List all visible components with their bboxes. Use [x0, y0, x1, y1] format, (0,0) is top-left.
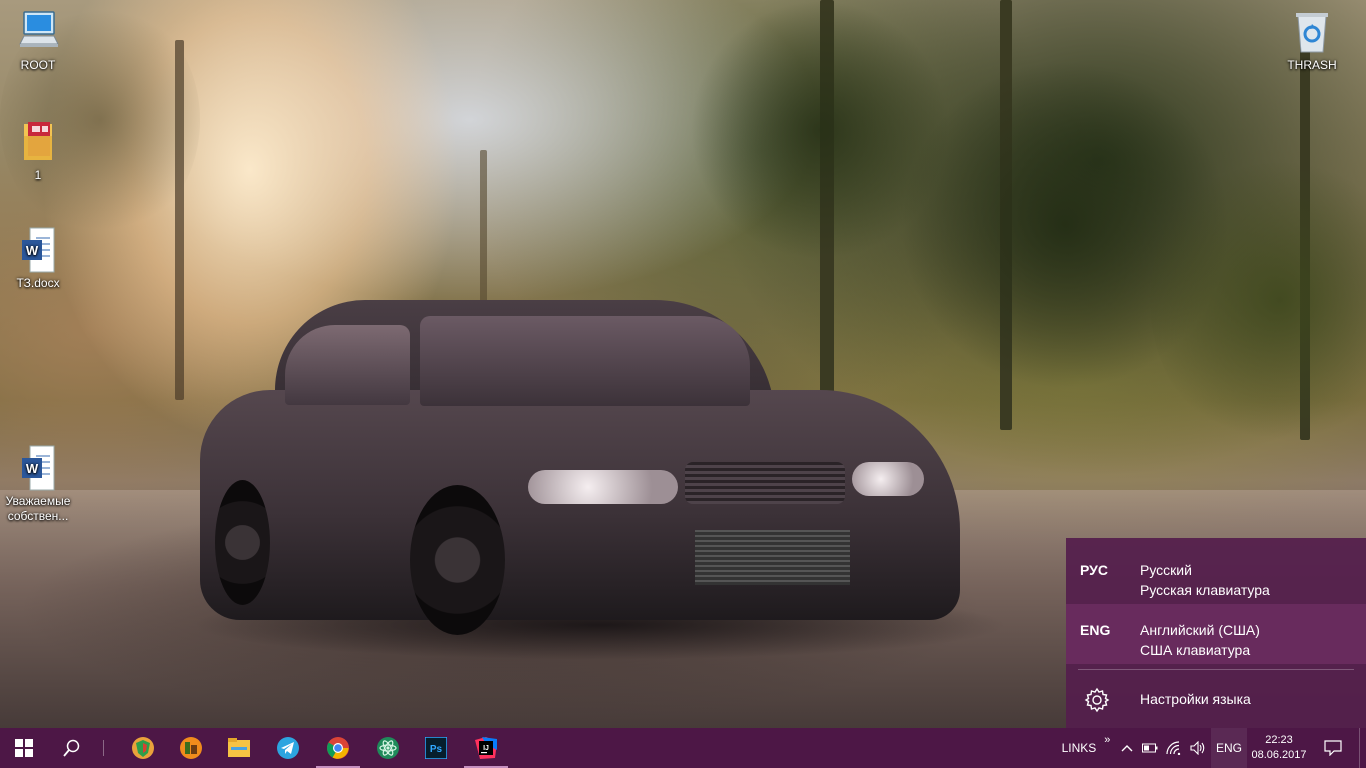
gear-icon: [1084, 687, 1110, 713]
input-language-indicator[interactable]: ENG: [1211, 728, 1247, 768]
links-toolbar[interactable]: LINKS »: [1056, 728, 1116, 768]
shield-app-icon: [132, 737, 154, 759]
word-document-icon: W: [14, 444, 62, 492]
language-code: ENG: [1080, 622, 1111, 638]
taskbar-app-telegram[interactable]: [264, 728, 312, 768]
desktop-icon-label: 1: [34, 168, 42, 182]
language-code: РУС: [1080, 562, 1108, 578]
keyboard-layout-name: США клавиатура: [1140, 642, 1251, 658]
battery-indicator[interactable]: [1139, 728, 1161, 768]
taskbar-app-fl-studio[interactable]: [167, 728, 215, 768]
recycle-bin-icon: [1288, 8, 1336, 56]
divider: [1078, 669, 1354, 670]
language-name: Английский (США): [1140, 622, 1260, 638]
desktop-icon-tz-docx[interactable]: W ТЗ.docx: [0, 226, 76, 291]
desktop-icon-label: ТЗ.docx: [16, 276, 60, 290]
battery-icon: [1142, 743, 1158, 753]
atom-icon: [377, 737, 399, 759]
volume-indicator[interactable]: [1187, 728, 1209, 768]
computer-icon: [14, 8, 62, 56]
wifi-icon: [1166, 741, 1181, 755]
taskbar: Ps IJ LINKS » ENG 22:23 08.06.2017: [0, 728, 1366, 768]
folder-icon: [14, 118, 62, 166]
desktop-icon-label: ROOT: [20, 58, 56, 72]
search-button[interactable]: [48, 728, 96, 768]
keyboard-layout-name: Русская клавиатура: [1140, 582, 1270, 598]
show-desktop-button[interactable]: [1359, 728, 1366, 768]
action-center-button[interactable]: [1314, 728, 1352, 768]
network-indicator[interactable]: [1163, 728, 1185, 768]
language-flyout: РУС Русский Русская клавиатура ENG Англи…: [1066, 538, 1366, 728]
windows-logo-icon: [15, 739, 33, 757]
svg-text:Ps: Ps: [430, 744, 443, 755]
chevron-up-icon: [1121, 745, 1133, 752]
taskbar-app-photoshop[interactable]: Ps: [412, 728, 460, 768]
chrome-icon: [327, 737, 349, 759]
input-language-label: ENG: [1215, 741, 1242, 755]
svg-text:IJ: IJ: [483, 745, 489, 752]
desktop-icon-label: THRASH: [1287, 58, 1337, 72]
language-option-eng[interactable]: ENG Английский (США) США клавиатура: [1066, 604, 1366, 664]
show-hidden-icons-button[interactable]: [1116, 728, 1138, 768]
language-settings-link[interactable]: Настройки языка: [1066, 678, 1366, 728]
taskbar-app-intellij[interactable]: IJ: [462, 728, 510, 768]
word-document-icon: W: [14, 226, 62, 274]
language-settings-label: Настройки языка: [1140, 691, 1251, 707]
file-explorer-icon: [228, 738, 250, 757]
taskbar-app-shield[interactable]: [119, 728, 167, 768]
desktop-icon-uvazhaemye[interactable]: W Уважаемые собствен...: [0, 444, 76, 524]
notification-icon: [1324, 740, 1342, 756]
clock-time: 22:23: [1265, 734, 1293, 746]
telegram-icon: [277, 737, 299, 759]
svg-text:W: W: [26, 461, 39, 476]
desktop-icon-root[interactable]: ROOT: [0, 8, 76, 73]
svg-text:W: W: [26, 243, 39, 258]
links-toolbar-label: LINKS: [1061, 741, 1097, 755]
clock[interactable]: 22:23 08.06.2017: [1248, 728, 1310, 768]
taskbar-separator: [103, 740, 104, 756]
links-toolbar-chevron: »: [1104, 734, 1111, 746]
search-icon: [63, 739, 80, 757]
taskbar-app-file-explorer[interactable]: [215, 728, 263, 768]
desktop-icon-label: Уважаемые собствен...: [5, 494, 71, 523]
fl-studio-icon: [180, 737, 202, 759]
taskbar-app-atom[interactable]: [364, 728, 412, 768]
language-option-rus[interactable]: РУС Русский Русская клавиатура: [1066, 544, 1366, 604]
language-name: Русский: [1140, 562, 1192, 578]
start-button[interactable]: [0, 728, 48, 768]
desktop-icon-folder[interactable]: 1: [0, 118, 76, 183]
intellij-icon: IJ: [475, 737, 497, 759]
speaker-icon: [1190, 741, 1205, 755]
photoshop-icon: Ps: [425, 737, 447, 759]
clock-date: 08.06.2017: [1251, 749, 1307, 761]
desktop-icon-thrash[interactable]: THRASH: [1274, 8, 1350, 73]
taskbar-app-chrome[interactable]: [314, 728, 362, 768]
